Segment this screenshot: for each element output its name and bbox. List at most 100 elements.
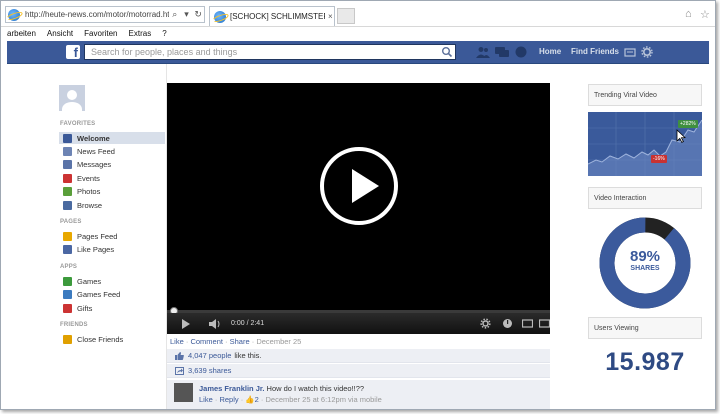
play-icon <box>352 169 379 203</box>
separator: · <box>222 337 230 346</box>
interaction-donut: 89% SHARES <box>599 217 691 309</box>
sidebar-item-games-feed[interactable]: Games Feed <box>59 289 165 301</box>
sidebar-item-close-friends[interactable]: Close Friends <box>59 333 165 345</box>
sidebar-item-games[interactable]: Games <box>59 275 165 287</box>
viewers-count: 15.987 <box>605 348 685 376</box>
sidebar-heading: FAVORITES <box>60 121 96 127</box>
address-bar[interactable]: http://heute-news.com/motor/motorrad.htm… <box>5 6 205 23</box>
sidebar-item-browse[interactable]: Browse <box>59 199 165 211</box>
search-icon[interactable]: ⌕ <box>169 9 181 20</box>
post-actions: Like · Comment · Share · December 25 <box>170 337 301 346</box>
comment-avatar[interactable] <box>174 383 193 402</box>
sidebar-item-label: Like Pages <box>77 245 115 255</box>
browser-window: http://heute-news.com/motor/motorrad.htm… <box>0 0 716 410</box>
video-controls: 0:00 / 2:41 <box>167 313 550 334</box>
shares-count[interactable]: 3,639 shares <box>188 366 231 375</box>
comment: James Franklin Jr. How do I watch this v… <box>167 380 550 409</box>
notifications-globe-icon[interactable] <box>514 46 528 58</box>
share-link[interactable]: Share <box>230 337 250 346</box>
trending-title: Trending Viral Video <box>588 84 702 106</box>
like-pages-icon <box>63 245 72 255</box>
new-tab-button[interactable] <box>337 8 355 24</box>
mouse-cursor-icon <box>676 129 686 143</box>
favorites-star-icon[interactable]: ☆ <box>700 8 710 21</box>
games-icon <box>63 276 72 286</box>
comment-link[interactable]: Comment <box>190 337 223 346</box>
sidebar-item-label: Games <box>77 276 102 286</box>
comment-reply-link[interactable]: Reply <box>219 395 238 404</box>
video-player[interactable]: 0:00 / 2:41 <box>167 83 550 334</box>
messages-icon <box>63 160 72 170</box>
sidebar-item-label: Photos <box>77 187 101 197</box>
tab-title: [SCHOCK] SCHLIMMSTER ... <box>230 12 325 21</box>
play-small-icon[interactable] <box>182 319 190 329</box>
comment-author[interactable]: James Franklin Jr. <box>199 384 264 393</box>
comment-like-thumb-icon: 👍 <box>245 395 255 404</box>
playback-speed-icon[interactable] <box>502 318 513 329</box>
likes-row: 4,047 people like this. <box>167 349 550 363</box>
donut-label: SHARES <box>630 265 660 272</box>
events-icon <box>63 173 72 183</box>
comment-timestamp: December 25 at 6:12pm via mobile <box>265 395 382 404</box>
share-icon <box>175 366 184 375</box>
volume-icon[interactable] <box>209 319 221 329</box>
comment-meta: Like · Reply · 👍2 · December 25 at 6:12p… <box>199 395 382 404</box>
sidebar-item-events[interactable]: Events <box>59 172 165 184</box>
fullscreen-icon[interactable] <box>539 318 550 329</box>
home-icon[interactable]: ⌂ <box>685 8 692 20</box>
thumbs-up-icon <box>175 351 184 360</box>
theater-mode-icon[interactable] <box>522 318 533 329</box>
refresh-icon[interactable]: ↻ <box>192 9 204 20</box>
url-text[interactable]: http://heute-news.com/motor/motorrad.htm <box>25 10 169 19</box>
menu-view[interactable]: Ansicht <box>47 29 73 38</box>
games-feed-icon <box>63 290 72 300</box>
home-link[interactable]: Home <box>539 47 561 56</box>
dropdown-icon[interactable]: ▾ <box>181 9 193 20</box>
sidebar-item-news-feed[interactable]: News Feed <box>59 145 165 157</box>
privacy-shortcuts-icon[interactable] <box>623 46 637 58</box>
search-icon[interactable] <box>441 46 453 58</box>
comment-text: James Franklin Jr. How do I watch this v… <box>199 384 364 393</box>
settings-gear-icon[interactable] <box>640 46 654 58</box>
sidebar-item-label: Games Feed <box>77 290 121 300</box>
find-friends-link[interactable]: Find Friends <box>571 47 619 56</box>
browse-icon <box>63 200 72 210</box>
ie-tab-icon <box>214 10 226 23</box>
comment-body: How do I watch this video!!?? <box>266 384 365 393</box>
sidebar-item-like-pages[interactable]: Like Pages <box>59 244 165 256</box>
play-button[interactable] <box>320 147 398 225</box>
friend-requests-icon[interactable] <box>476 46 490 58</box>
like-link[interactable]: Like <box>170 337 184 346</box>
likes-suffix: like this. <box>234 351 262 360</box>
close-friends-icon <box>63 334 72 344</box>
sidebar-item-photos[interactable]: Photos <box>59 186 165 198</box>
menu-edit[interactable]: arbeiten <box>7 29 36 38</box>
post-date[interactable]: December 25 <box>256 337 301 346</box>
menu-favorites[interactable]: Favoriten <box>84 29 117 38</box>
menu-help[interactable]: ? <box>162 29 166 38</box>
profile-avatar[interactable] <box>59 85 85 111</box>
news-feed-icon <box>63 146 72 156</box>
fb-search-input[interactable] <box>91 47 431 57</box>
video-settings-icon[interactable] <box>480 318 491 329</box>
sidebar-item-label: Pages Feed <box>77 231 118 241</box>
fb-search-box <box>84 44 456 60</box>
sidebar-item-pages-feed[interactable]: Pages Feed <box>59 230 165 242</box>
facebook-logo[interactable]: f <box>66 45 80 59</box>
photos-icon <box>63 187 72 197</box>
menu-extras[interactable]: Extras <box>129 29 152 38</box>
donut-percent: 89% <box>629 248 661 265</box>
facebook-icon <box>63 133 72 143</box>
likes-count[interactable]: 4,047 people <box>188 351 231 360</box>
sidebar-item-welcome[interactable]: Welcome <box>59 132 165 144</box>
sidebar-item-gifts[interactable]: Gifts <box>59 302 165 314</box>
menu-bar: arbeiten Ansicht Favoriten Extras ? <box>1 27 715 40</box>
trending-chart[interactable]: +282% -16% <box>588 112 702 176</box>
comment-like-link[interactable]: Like <box>199 395 213 404</box>
browser-tab[interactable]: [SCHOCK] SCHLIMMSTER ... × <box>209 6 335 26</box>
sidebar-item-messages[interactable]: Messages <box>59 159 165 171</box>
close-tab-icon[interactable]: × <box>328 12 333 21</box>
viewers-title: Users Viewing <box>588 317 702 339</box>
sidebar-item-label: Events <box>77 173 100 183</box>
messages-jewel-icon[interactable] <box>495 46 509 58</box>
